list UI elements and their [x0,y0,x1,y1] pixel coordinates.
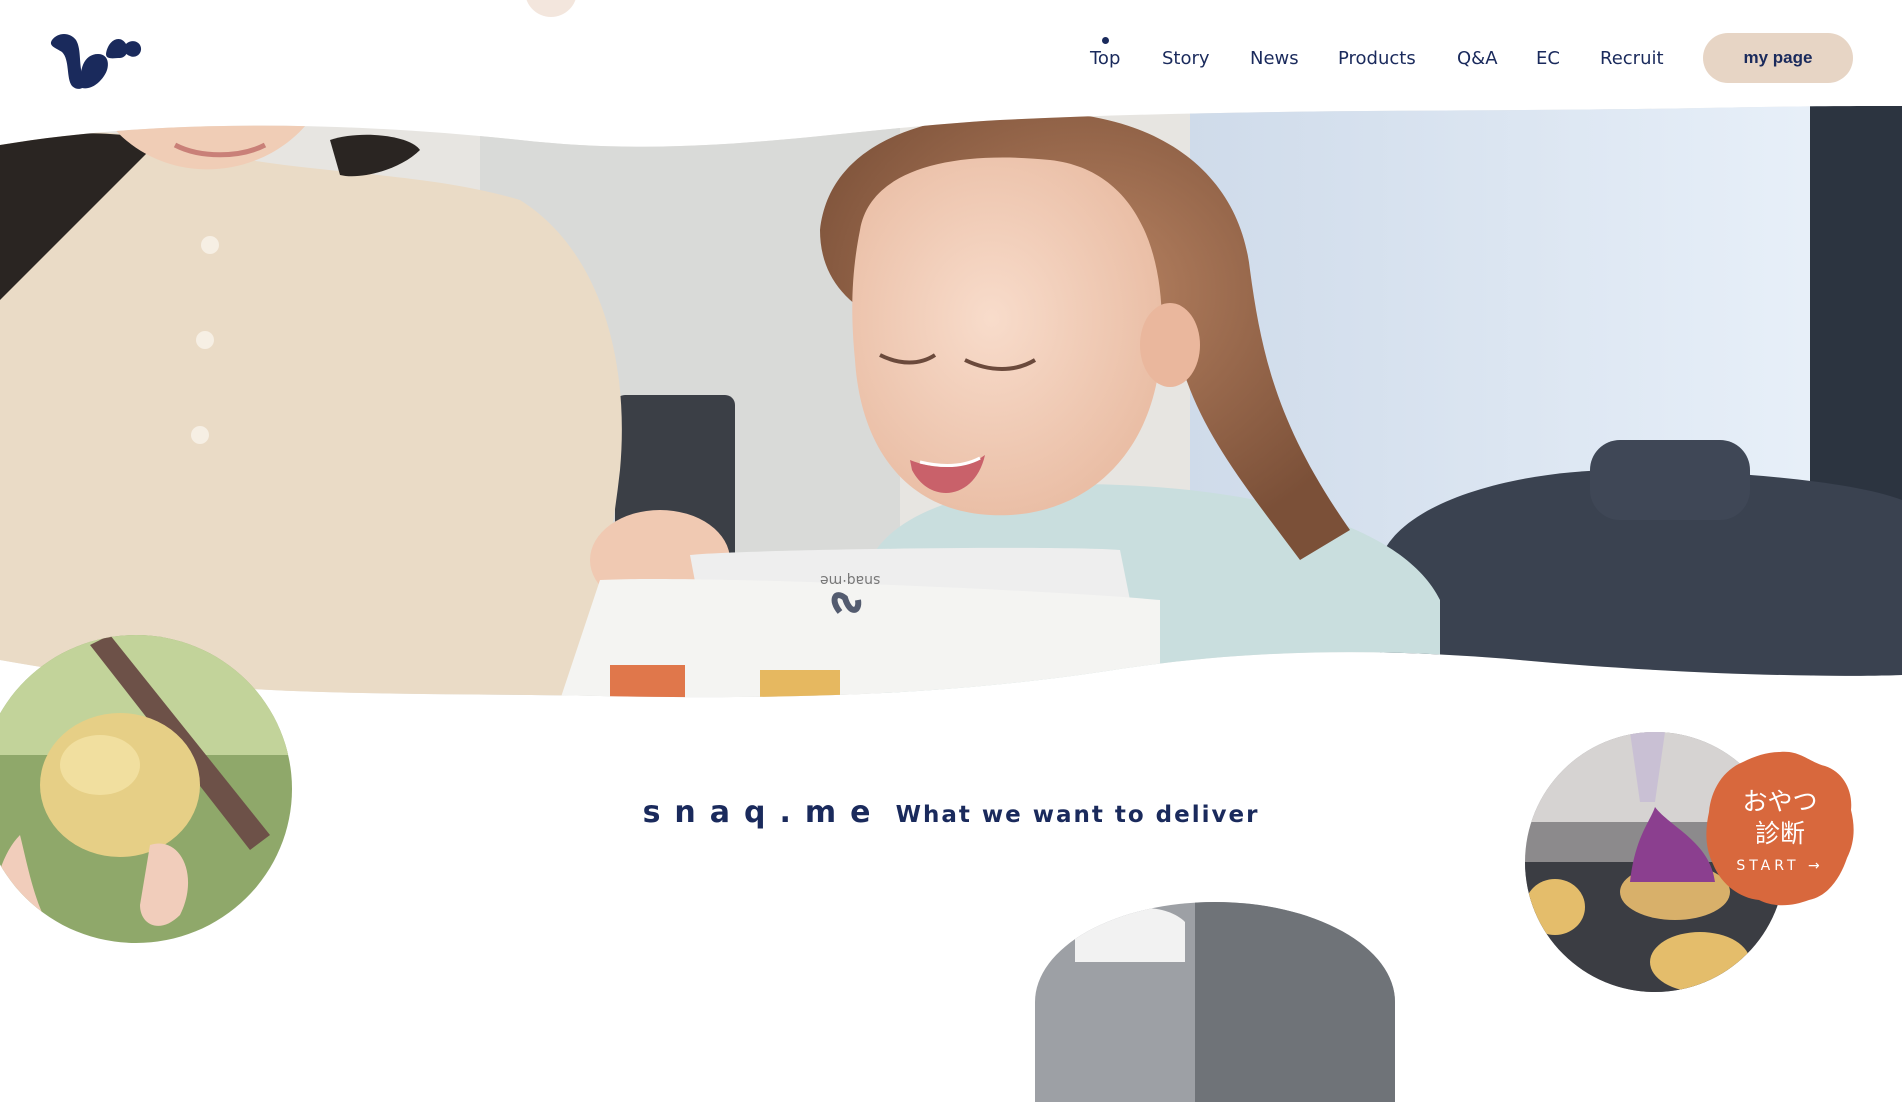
tagline-brand: snaq.me [642,795,885,830]
bottom-photo [1035,902,1395,1102]
snack-diagnosis-button[interactable]: おやつ 診断 START → [1705,750,1855,906]
nav-top[interactable]: Top [1090,48,1120,69]
diagnosis-line-1: おやつ [1742,787,1818,816]
active-nav-indicator [1102,37,1109,44]
diagnosis-label: おやつ 診断 [1705,786,1855,850]
nav-recruit[interactable]: Recruit [1600,48,1664,69]
nav-story[interactable]: Story [1162,48,1210,69]
my-page-button[interactable]: my page [1703,33,1853,83]
peach-photo [0,635,292,943]
logo-icon [50,34,142,89]
nav-ec[interactable]: EC [1536,48,1560,69]
site-header: Top Story News Products Q&A EC Recruit m… [0,0,1902,110]
diagnosis-start-label: START → [1736,858,1824,874]
nav-news[interactable]: News [1250,48,1299,69]
tagline-subtitle: What we want to deliver [895,802,1260,828]
nav-products[interactable]: Products [1338,48,1416,69]
logo[interactable] [48,30,144,92]
box-print-text: snaq·me [820,572,881,588]
nav-qa[interactable]: Q&A [1457,48,1498,69]
decorative-circle [525,0,577,17]
diagnosis-line-2: 診断 [1754,819,1805,848]
